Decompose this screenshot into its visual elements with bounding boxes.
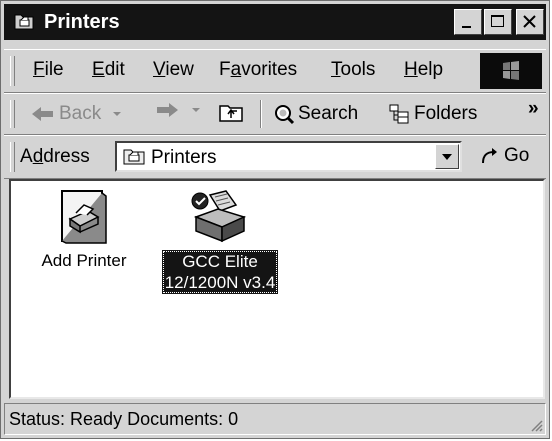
printer-default-icon: [191, 190, 247, 243]
address-input[interactable]: Printers: [151, 146, 216, 170]
back-button[interactable]: Back: [30, 101, 123, 127]
chevron-more-icon: »: [528, 98, 539, 119]
back-dropdown-icon[interactable]: [111, 109, 123, 119]
menu-bar-grip[interactable]: [10, 56, 15, 86]
toolbar-chevron[interactable]: »: [528, 96, 539, 122]
menu-view[interactable]: View: [153, 58, 194, 82]
search-icon: [275, 105, 295, 125]
up-folder-button[interactable]: [218, 101, 244, 123]
up-folder-icon: [219, 105, 243, 122]
add-printer-icon: [61, 190, 107, 244]
add-printer-label: Add Printer: [41, 251, 127, 270]
address-combobox[interactable]: Printers: [115, 141, 462, 172]
maximize-button[interactable]: [484, 9, 512, 35]
status-text: Status: Ready Documents: 0: [9, 409, 239, 429]
back-label: Back: [59, 103, 102, 124]
add-printer-item[interactable]: Add Printer: [29, 189, 139, 271]
menu-edit[interactable]: Edit: [92, 58, 125, 82]
folders-button[interactable]: Folders: [388, 101, 477, 127]
toolbar-grip[interactable]: [10, 100, 15, 128]
resize-grip-icon[interactable]: [529, 418, 543, 432]
go-label: Go: [504, 145, 530, 166]
menu-help[interactable]: Help: [404, 58, 443, 82]
close-button[interactable]: [516, 9, 544, 35]
back-arrow-icon: [32, 107, 53, 121]
toolbar-separator: [260, 100, 262, 128]
chevron-down-icon: [442, 154, 452, 160]
windows-flag-icon: [503, 61, 519, 80]
menu-favorites[interactable]: Favorites: [219, 58, 297, 82]
minimize-icon: [462, 26, 471, 28]
maximize-icon: [491, 15, 504, 27]
address-label: Address: [20, 146, 90, 167]
forward-dropdown-icon[interactable]: [190, 105, 202, 115]
go-button[interactable]: Go: [478, 144, 529, 168]
status-bar: Status: Ready Documents: 0: [4, 403, 546, 435]
folders-label: Folders: [414, 103, 478, 124]
forward-arrow-icon: [157, 103, 178, 117]
window-title: Printers: [44, 11, 120, 33]
forward-button[interactable]: [154, 101, 202, 119]
search-label: Search: [298, 103, 359, 124]
title-bar[interactable]: Printers: [4, 4, 546, 40]
windows-throbber-logo: [480, 53, 542, 89]
close-icon: [523, 15, 536, 28]
gcc-elite-label: GCC Elite 12/1200N v3.4: [161, 250, 279, 294]
menu-bar: File Edit View Favorites Tools Help: [4, 49, 546, 93]
minimize-button[interactable]: [454, 9, 482, 35]
standard-toolbar: Back Search Folders »: [4, 93, 546, 135]
menu-tools[interactable]: Tools: [331, 58, 375, 82]
printers-folder-small-icon: [123, 147, 145, 171]
explorer-window: Printers File Edit View Favorites Tools …: [0, 0, 550, 439]
printer-item-gcc-elite[interactable]: GCC Elite 12/1200N v3.4: [157, 189, 283, 294]
folder-view[interactable]: Add Printer GCC Elite 12/1200N v3.4: [9, 179, 545, 399]
printers-folder-icon: [14, 12, 34, 30]
go-arrow-icon: [482, 148, 497, 164]
address-bar-grip[interactable]: [10, 142, 15, 172]
search-button[interactable]: Search: [272, 101, 358, 127]
address-bar: Address Printers Go: [4, 135, 546, 179]
menu-file[interactable]: File: [33, 58, 64, 82]
address-dropdown-button[interactable]: [435, 144, 459, 169]
folders-tree-icon: [389, 104, 409, 124]
